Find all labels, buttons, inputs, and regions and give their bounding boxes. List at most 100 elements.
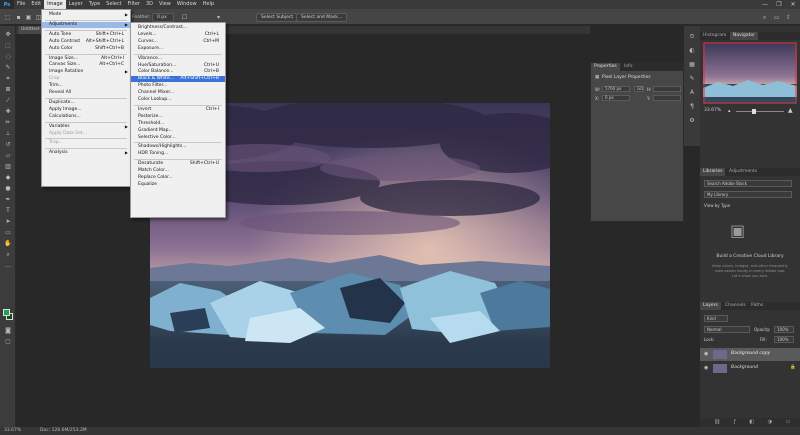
adjust-menu-item-black-white[interactable]: Black & White... Alt+Shift+Ctrl+B	[131, 76, 225, 83]
adjust-menu-item-levels[interactable]: Levels... Ctrl+L	[131, 32, 225, 38]
menu-layer[interactable]: Layer	[66, 0, 86, 9]
adjust-menu-item-equalize[interactable]: Equalize	[131, 182, 225, 188]
link-dimensions-button[interactable]: GO	[634, 86, 644, 92]
adjust-menu-item-curves[interactable]: Curves... Ctrl+M	[131, 39, 225, 45]
image-menu-item-auto-tone[interactable]: Auto Tone Shift+Ctrl+L	[42, 32, 130, 38]
opacity-field[interactable]: 100%	[774, 326, 794, 333]
close-icon[interactable]: ✕	[786, 0, 800, 9]
adjust-menu-item-threshold[interactable]: Threshold...	[131, 121, 225, 127]
menu-help[interactable]: Help	[200, 0, 217, 9]
zoom-slider-handle[interactable]	[752, 109, 756, 114]
more-tools-icon[interactable]: …	[3, 261, 13, 270]
marquee-tool-icon[interactable]: ⬚	[3, 41, 13, 50]
adjust-menu-item-desaturate[interactable]: Desaturate Shift+Ctrl+U	[131, 161, 225, 167]
adjust-menu-item-invert[interactable]: Invert Ctrl+I	[131, 107, 225, 113]
feather-input[interactable]: 0 px	[152, 13, 174, 22]
image-menu-item-variables[interactable]: Variables ▶	[42, 124, 130, 130]
dodge-tool-icon[interactable]: ●	[3, 184, 13, 193]
y-field[interactable]	[653, 95, 681, 101]
eyedropper-tool-icon[interactable]: ⁄	[3, 96, 13, 105]
eraser-tool-icon[interactable]: ▱	[3, 151, 13, 160]
swatches-panel-icon[interactable]: ▦	[687, 60, 697, 69]
adjust-menu-item-hue-saturation[interactable]: Hue/Saturation... Ctrl+U	[131, 63, 225, 69]
style-dropdown-icon[interactable]: ▾	[214, 13, 223, 22]
gradient-tool-icon[interactable]: ▥	[3, 162, 13, 171]
view-by-type[interactable]: View by Type	[704, 203, 730, 208]
image-menu-item-apply-data-set[interactable]: Apply Data Set...	[42, 131, 130, 137]
adjust-menu-item-hdr-toning[interactable]: HDR Toning...	[131, 151, 225, 157]
image-menu-item-auto-contrast[interactable]: Auto Contrast Alt+Shift+Ctrl+L	[42, 39, 130, 45]
color-panel-icon[interactable]: ◐	[687, 46, 697, 55]
layer-row-background-copy[interactable]: ◉ Background copy	[700, 348, 800, 361]
tab-channels[interactable]: Channels	[722, 302, 749, 310]
paragraph-panel-icon[interactable]: ¶	[687, 102, 697, 111]
tab-navigator[interactable]: Navigator	[730, 32, 759, 40]
tab-adjustments[interactable]: Adjustments	[726, 168, 760, 176]
select-subject-button[interactable]: Select Subject	[256, 13, 299, 22]
path-select-tool-icon[interactable]: ➤	[3, 217, 13, 226]
move-tool-icon[interactable]: ✥	[3, 30, 13, 39]
menu-image[interactable]: Image	[44, 0, 66, 9]
adjust-menu-item-channel-mixer[interactable]: Channel Mixer...	[131, 90, 225, 96]
menu-type[interactable]: Type	[86, 0, 103, 9]
adjust-menu-item-color-balance[interactable]: Color Balance... Ctrl+B	[131, 69, 225, 75]
image-menu-item-apply-image[interactable]: Apply Image...	[42, 107, 130, 113]
image-menu-item-canvas-size[interactable]: Canvas Size... Alt+Ctrl+C	[42, 62, 130, 68]
history-brush-tool-icon[interactable]: ↺	[3, 140, 13, 149]
properties-panel-icon[interactable]: ⚙	[687, 116, 697, 125]
navigator-preview[interactable]	[703, 42, 797, 104]
x-field[interactable]: 0 px	[602, 95, 630, 101]
image-menu-item-reveal-all[interactable]: Reveal All	[42, 90, 130, 96]
minimize-icon[interactable]: —	[758, 0, 772, 9]
tab-libraries[interactable]: Libraries	[700, 168, 726, 176]
adjust-menu-item-exposure[interactable]: Exposure...	[131, 46, 225, 52]
adjust-menu-item-gradient-map[interactable]: Gradient Map...	[131, 128, 225, 134]
lasso-tool-icon[interactable]: ◌	[3, 52, 13, 61]
pen-tool-icon[interactable]: ✒	[3, 195, 13, 204]
image-menu-item-duplicate[interactable]: Duplicate...	[42, 100, 130, 106]
workspace-icon[interactable]: ▭	[772, 13, 781, 22]
layer-name[interactable]: Background copy	[731, 351, 770, 356]
clone-stamp-tool-icon[interactable]: ⊥	[3, 129, 13, 138]
tab-paths[interactable]: Paths	[748, 302, 766, 310]
quick-mask-icon[interactable]: ◙	[3, 326, 13, 335]
adjust-menu-item-vibrance[interactable]: Vibrance...	[131, 56, 225, 62]
adjust-menu-item-selective-color[interactable]: Selective Color...	[131, 135, 225, 141]
tab-histogram[interactable]: Histogram	[700, 32, 729, 40]
image-menu-item-calculations[interactable]: Calculations...	[42, 114, 130, 120]
image-menu-item-mode[interactable]: Mode ▶	[42, 12, 130, 18]
menu-file[interactable]: File	[14, 0, 28, 9]
status-zoom[interactable]: 33.67%	[4, 427, 21, 435]
layer-name[interactable]: Background	[731, 365, 758, 370]
adjust-menu-item-photo-filter[interactable]: Photo Filter...	[131, 83, 225, 89]
blur-tool-icon[interactable]: ◆	[3, 173, 13, 182]
zoom-out-icon[interactable]: ▴	[728, 108, 731, 114]
antialias-checkbox-icon[interactable]: ☐	[180, 13, 189, 22]
image-menu-item-image-size[interactable]: Image Size... Alt+Ctrl+I	[42, 56, 130, 62]
adjust-menu-item-match-color[interactable]: Match Color...	[131, 168, 225, 174]
screen-mode-icon[interactable]: ▢	[3, 337, 13, 346]
add-selection-icon[interactable]: ▣	[24, 13, 33, 22]
menu-select[interactable]: Select	[103, 0, 124, 9]
filter-kind-select[interactable]: Kind	[704, 315, 728, 322]
share-icon[interactable]: ⇪	[784, 13, 793, 22]
crop-tool-icon[interactable]: ⌗	[3, 74, 13, 83]
menu-view[interactable]: View	[156, 0, 174, 9]
menu-edit[interactable]: Edit	[28, 0, 44, 9]
image-menu-item-crop[interactable]: Crop	[42, 76, 130, 82]
brush-panel-icon[interactable]: ✎	[687, 74, 697, 83]
tab-properties[interactable]: Properties	[591, 63, 620, 71]
brush-tool-icon[interactable]: ✏	[3, 118, 13, 127]
height-field[interactable]	[653, 86, 681, 92]
new-selection-icon[interactable]: ▪	[14, 13, 23, 22]
image-menu-item-auto-color[interactable]: Auto Color Shift+Ctrl+B	[42, 46, 130, 52]
layers-footer-icons[interactable]: ⛓ ƒ ◧ ◑ ▭ ▤ 🗑	[700, 418, 800, 434]
image-menu-item-analysis[interactable]: Analysis ▶	[42, 150, 130, 156]
tab-info[interactable]: Info	[621, 63, 636, 71]
rectangle-tool-icon[interactable]: ▭	[3, 228, 13, 237]
marquee-tool-icon[interactable]: ⬚	[3, 13, 12, 22]
tab-layers[interactable]: Layers	[700, 302, 721, 310]
search-icon[interactable]: ⌕	[760, 13, 769, 22]
foreground-color-swatch[interactable]	[3, 309, 10, 316]
menu-filter[interactable]: Filter	[125, 0, 143, 9]
